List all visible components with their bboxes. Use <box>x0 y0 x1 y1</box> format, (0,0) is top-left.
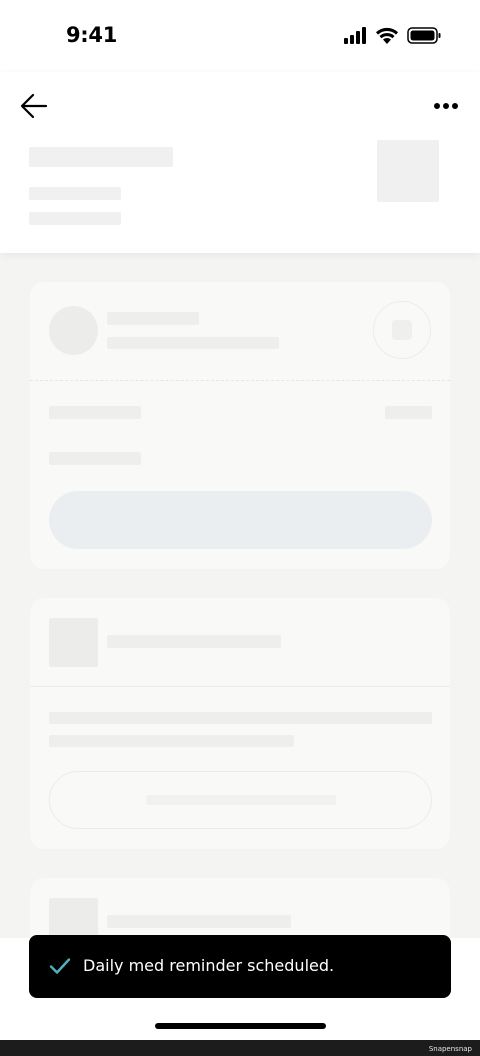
skeleton-line <box>49 735 294 747</box>
skeleton-title <box>29 147 173 167</box>
skeleton-line <box>107 635 281 648</box>
divider <box>30 380 450 381</box>
status-icons <box>344 27 441 44</box>
skeleton-card <box>30 598 450 849</box>
skeleton-thumbnail <box>377 140 439 202</box>
arrow-left-icon[interactable] <box>20 93 48 119</box>
toast-message: Daily med reminder scheduled. <box>83 956 335 975</box>
status-bar: 9:41 <box>0 0 480 72</box>
skeleton-subtitle <box>29 187 121 200</box>
skeleton-thumbnail <box>49 618 98 667</box>
skeleton-line <box>385 406 432 419</box>
watermark-text: Snapensnap <box>428 1045 472 1053</box>
skeleton-outline-button <box>49 771 432 829</box>
skeleton-subtitle <box>29 212 121 225</box>
home-indicator[interactable] <box>155 1023 326 1029</box>
check-icon <box>49 958 71 974</box>
page-header <box>0 72 480 253</box>
skeleton-line <box>49 452 141 465</box>
skeleton-circle-button <box>373 301 431 359</box>
skeleton-card <box>30 282 450 569</box>
skeleton-line <box>107 915 291 928</box>
watermark-strip: Snapensnap <box>0 1040 480 1056</box>
skeleton-line <box>49 406 141 419</box>
cellular-signal-icon <box>344 27 366 44</box>
skeleton-avatar <box>49 306 98 355</box>
toast-notification: Daily med reminder scheduled. <box>29 935 451 998</box>
status-time: 9:41 <box>66 23 118 47</box>
battery-icon <box>407 27 441 44</box>
skeleton-line <box>107 337 279 349</box>
skeleton-button <box>49 491 432 549</box>
divider <box>30 686 450 687</box>
skeleton-line <box>107 312 199 325</box>
more-horizontal-icon[interactable] <box>433 102 459 110</box>
wifi-icon <box>376 27 398 44</box>
skeleton-line <box>49 712 432 724</box>
